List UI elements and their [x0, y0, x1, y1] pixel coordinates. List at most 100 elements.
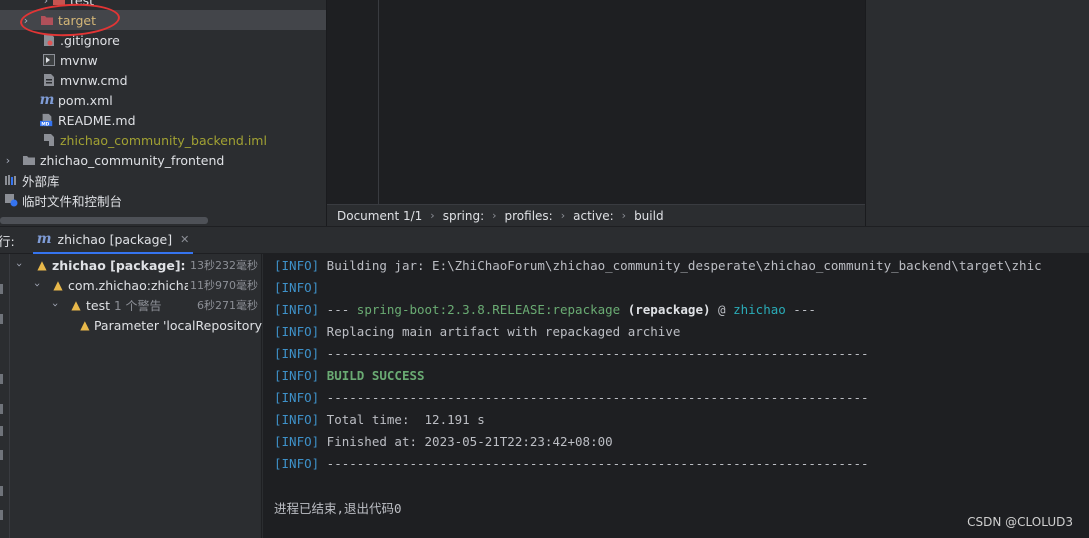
folder-icon: [52, 0, 66, 7]
process-exit-message: 进程已结束,退出代码0: [274, 500, 402, 516]
svg-text:MD: MD: [41, 121, 49, 127]
chevron-right-icon[interactable]: ›: [2, 150, 14, 170]
tree-item-mvnw-cmd[interactable]: mvnw.cmd: [0, 70, 326, 90]
run-tree-row[interactable]: ▲ Parameter 'localRepository: [10, 315, 262, 335]
markdown-icon: MD: [40, 113, 54, 127]
horizontal-scrollbar[interactable]: [0, 217, 208, 224]
tree-item-readme[interactable]: MD README.md: [0, 110, 326, 130]
log-level-tag: [INFO]: [274, 433, 320, 449]
close-icon[interactable]: ✕: [180, 233, 189, 246]
breadcrumb-item[interactable]: active:: [573, 209, 614, 223]
console-line: [INFO] --- spring-boot:2.3.8.RELEASE:rep…: [274, 298, 816, 320]
log-level-tag: [INFO]: [274, 301, 320, 317]
tree-item-gitignore[interactable]: .gitignore: [0, 30, 326, 50]
run-window-title: 行:: [0, 233, 15, 249]
toolbar-button[interactable]: [0, 510, 3, 520]
warning-icon: ▲: [80, 318, 90, 332]
breadcrumb-separator: ›: [621, 209, 627, 222]
console-line: [INFO] ---------------------------------…: [274, 386, 869, 408]
run-tree-label: Parameter 'localRepository: [93, 317, 262, 333]
breadcrumb-item[interactable]: Document 1/1: [337, 209, 422, 223]
console-line-text: Replacing main artifact with repackaged …: [319, 323, 681, 339]
chevron-down-icon[interactable]: ›: [46, 299, 66, 311]
warning-icon: ▲: [71, 298, 81, 312]
run-tree-row[interactable]: › ▲ com.zhichao:zhichao: 11秒970毫秒: [10, 275, 262, 295]
chevron-down-icon[interactable]: ›: [10, 259, 30, 271]
tree-item-label: target: [58, 12, 97, 28]
tree-item-pom-xml[interactable]: m pom.xml: [0, 90, 326, 110]
breadcrumb-separator: ›: [430, 209, 435, 222]
warning-icon: ▲: [53, 278, 63, 292]
log-level-tag: [INFO]: [274, 257, 320, 273]
iml-file-icon: [42, 133, 56, 147]
tree-item-test[interactable]: › test: [0, 0, 326, 10]
plugin-goal: spring-boot:2.3.8.RELEASE:repackage: [356, 301, 621, 317]
toolbar-button[interactable]: [0, 404, 3, 414]
tree-item-scratches[interactable]: 临时文件和控制台: [0, 190, 326, 210]
gitignore-file-icon: [42, 33, 56, 47]
maven-icon: m: [39, 92, 55, 108]
editor-area[interactable]: Document 1/1 › spring: › profiles: › act…: [326, 0, 866, 226]
tree-item-iml[interactable]: zhichao_community_backend.iml: [0, 130, 326, 150]
script-file-icon: [42, 53, 56, 67]
run-tree-row[interactable]: › ▲ zhichao [package]: 在 2 13秒232毫秒: [10, 255, 262, 275]
tree-item-target[interactable]: › target: [0, 10, 326, 30]
chevron-right-icon[interactable]: ›: [20, 10, 32, 30]
tree-item-frontend[interactable]: › zhichao_community_frontend: [0, 150, 326, 170]
run-tree-label: test: [86, 297, 111, 313]
tree-item-label: mvnw.cmd: [60, 72, 128, 88]
tree-item-label: test: [70, 0, 95, 8]
console-line-text: [319, 368, 327, 383]
run-build-tree: › ▲ zhichao [package]: 在 2 13秒232毫秒 › ▲ …: [0, 254, 262, 538]
tree-item-label: 临时文件和控制台: [22, 193, 123, 209]
tree-item-label: zhichao_community_frontend: [40, 152, 225, 168]
warning-icon: ▲: [37, 258, 47, 272]
scratch-icon: [4, 193, 18, 207]
console-line-text: Finished at: 2023-05-21T22:23:42+08:00: [319, 433, 613, 449]
breadcrumb-item[interactable]: profiles:: [505, 209, 553, 223]
tree-item-label: pom.xml: [58, 92, 113, 108]
toolbar-button[interactable]: [0, 486, 3, 496]
library-icon: [4, 173, 18, 187]
console-line-text: ---: [319, 301, 357, 317]
execution-id: (repackage): [620, 301, 711, 317]
console-line: [INFO] ---------------------------------…: [274, 452, 869, 474]
log-level-tag: [INFO]: [274, 279, 320, 295]
console-line-text: @: [710, 301, 734, 317]
console-line-text: ----------------------------------------…: [319, 389, 869, 405]
right-panel: [865, 0, 1089, 226]
run-tree-row[interactable]: › ▲ test 1 个警告 6秒271毫秒: [10, 295, 262, 315]
console-output[interactable]: [INFO] Building jar: E:\ZhiChaoForum\zhi…: [263, 254, 1089, 538]
run-tree-suffix: 1 个警告: [114, 298, 162, 313]
chevron-down-icon[interactable]: ›: [28, 279, 48, 291]
folder-icon: [22, 153, 36, 167]
tree-item-mvnw[interactable]: mvnw: [0, 50, 326, 70]
tree-item-label: mvnw: [60, 52, 98, 68]
run-tree-label: zhichao [package]:: [52, 257, 186, 273]
project-tree-panel: › test › target .gitignore mvnw mvnw.cmd…: [0, 0, 326, 226]
console-line: [INFO] ---------------------------------…: [274, 342, 869, 364]
run-tree-duration: 13秒232毫秒: [188, 257, 258, 273]
console-line: [INFO] Replacing main artifact with repa…: [274, 320, 680, 342]
run-toolbar-strip: [0, 254, 10, 538]
toolbar-button[interactable]: [0, 450, 3, 460]
tree-item-external-libraries[interactable]: 外部库: [0, 170, 326, 190]
run-tab[interactable]: m zhichao [package] ✕: [32, 226, 194, 254]
console-line: [INFO] Finished at: 2023-05-21T22:23:42+…: [274, 430, 613, 452]
cmd-file-icon: [42, 73, 56, 87]
breadcrumb-item[interactable]: build: [634, 209, 664, 223]
toolbar-button[interactable]: [0, 314, 3, 324]
toolbar-button[interactable]: [0, 374, 3, 384]
console-line: [INFO] BUILD SUCCESS: [274, 364, 425, 386]
toolbar-button[interactable]: [0, 426, 3, 436]
log-level-tag: [INFO]: [274, 411, 320, 427]
toolbar-button[interactable]: [0, 284, 3, 294]
run-tab-label: zhichao [package]: [57, 231, 173, 247]
watermark: CSDN @CLOLUD3: [967, 515, 1073, 529]
breadcrumb-item[interactable]: spring:: [443, 209, 484, 223]
run-tree-duration: 11秒970毫秒: [188, 277, 258, 293]
console-line-text: ---: [785, 301, 816, 317]
folder-icon: [40, 13, 54, 27]
console-line-text: Total time: 12.191 s: [319, 411, 485, 427]
chevron-right-icon[interactable]: ›: [40, 0, 52, 10]
